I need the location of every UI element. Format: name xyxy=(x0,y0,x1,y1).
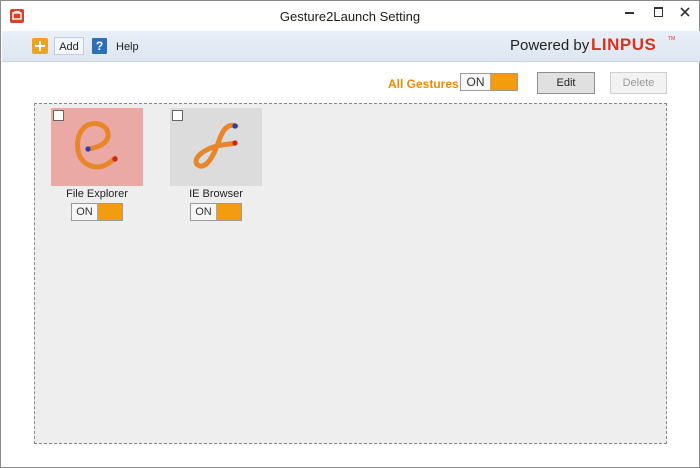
toggle-state-text: ON xyxy=(72,204,98,220)
gesture-toggle-ie-browser[interactable]: ON xyxy=(190,203,242,221)
gesture-e-icon xyxy=(75,121,118,170)
minimize-button[interactable] xyxy=(615,1,643,23)
close-button[interactable] xyxy=(671,1,699,23)
toggle-knob xyxy=(98,204,122,220)
gesture-tile-file-explorer[interactable] xyxy=(51,108,143,186)
all-gestures-label: All Gestures xyxy=(388,77,459,91)
toggle-state-text: ON xyxy=(191,204,217,220)
all-gestures-toggle[interactable]: ON xyxy=(460,73,518,91)
add-icon[interactable] xyxy=(32,38,48,54)
maximize-button[interactable] xyxy=(644,1,672,23)
trademark-mark: TM xyxy=(668,36,676,42)
gesture-toggle-file-explorer[interactable]: ON xyxy=(71,203,123,221)
gesture-label: File Explorer xyxy=(66,188,128,200)
gesture-f-icon xyxy=(193,122,239,169)
tile-checkbox[interactable] xyxy=(172,110,183,121)
delete-button[interactable]: Delete xyxy=(610,72,667,94)
app-window: Gesture2Launch Setting Add ? Help Powere… xyxy=(0,0,700,468)
help-icon[interactable]: ? xyxy=(92,38,107,54)
add-button[interactable]: Add xyxy=(54,37,84,55)
toggle-knob xyxy=(491,74,517,90)
gesture-label: IE Browser xyxy=(189,188,243,200)
brand-logo: LINPUS xyxy=(591,35,657,54)
edit-button[interactable]: Edit xyxy=(537,72,595,94)
toggle-knob xyxy=(217,204,241,220)
help-button[interactable]: Help xyxy=(116,41,139,53)
tile-checkbox[interactable] xyxy=(53,110,64,121)
title-bar: Gesture2Launch Setting xyxy=(1,1,699,31)
powered-by-text: Powered by xyxy=(510,37,590,54)
toggle-state-text: ON xyxy=(461,74,491,90)
window-title: Gesture2Launch Setting xyxy=(279,9,421,24)
close-icon xyxy=(680,7,690,17)
gesture-tile-ie-browser[interactable] xyxy=(170,108,262,186)
